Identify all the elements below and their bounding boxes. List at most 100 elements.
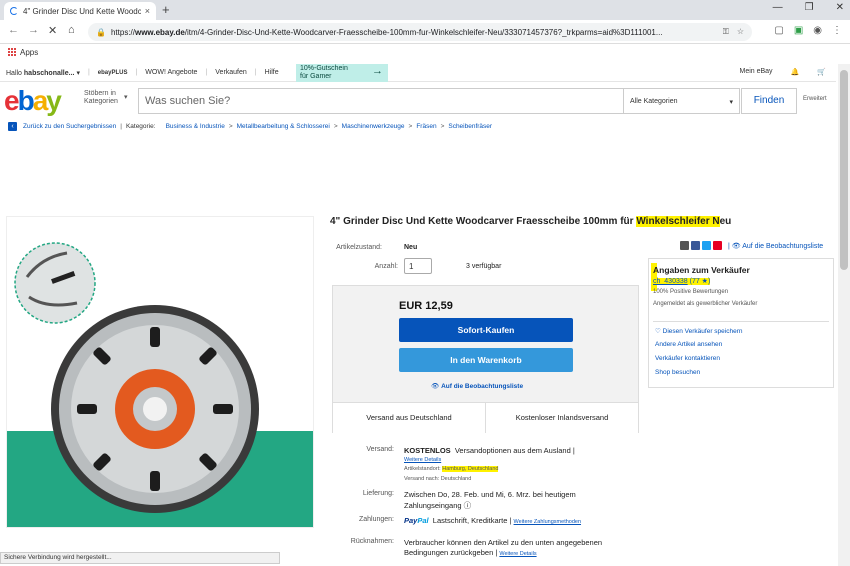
scrollbar[interactable] <box>838 64 850 566</box>
other-items-link[interactable]: Andere Artikel ansehen <box>655 341 722 348</box>
facebook-icon[interactable] <box>691 241 700 250</box>
bookmarks-bar: Apps <box>0 44 850 60</box>
address-bar[interactable]: 🔒 https://www.ebay.de/itm/4-Grinder-Disc… <box>88 23 752 41</box>
save-seller-link[interactable]: ♡ Diesen Verkäufer speichern <box>655 327 743 335</box>
breadcrumb-item[interactable]: Maschinenwerkzeuge <box>342 123 405 130</box>
key-icon[interactable]: ⚿ <box>723 27 729 37</box>
back-to-results-link[interactable]: Zurück zu den Suchergebnissen <box>23 123 116 130</box>
ebay-top-nav: Hallo habschonalle... ▾ | ebayPLUS | WOW… <box>0 64 836 82</box>
ebay-logo[interactable]: ebay <box>4 86 62 116</box>
greeting[interactable]: Hallo habschonalle... ▾ <box>6 69 80 77</box>
watchlist-top-link[interactable]: | 👁 Auf die Beobachtungsliste <box>728 242 823 250</box>
breadcrumb-item[interactable]: Business & Industrie <box>166 123 225 130</box>
window-controls: — ❐ ✕ <box>773 2 844 13</box>
nav-item-sell[interactable]: Verkaufen <box>215 69 247 76</box>
home-icon[interactable]: ⌂ <box>68 24 75 36</box>
contact-seller-link[interactable]: Verkäufer kontaktieren <box>655 355 720 362</box>
seller-info-box: Angaben zum Verkäufer ch_430338 (77 ★) 1… <box>648 258 834 388</box>
seller-name[interactable]: ch_430338 (77 ★) <box>653 277 711 285</box>
extensions-bar: ▢ ▣ ◉ ⋮ <box>774 25 842 36</box>
url-text: https://www.ebay.de/itm/4-Grinder-Disc-U… <box>110 27 663 37</box>
twitter-icon[interactable] <box>702 241 711 250</box>
add-to-watchlist-link[interactable]: 👁 Auf die Beobachtungsliste <box>431 382 523 390</box>
returns-value: Verbraucher können den Artikel zu den un… <box>404 538 603 547</box>
chevron-down-icon: ▾ <box>729 99 733 106</box>
grinder-disc-image <box>14 242 259 513</box>
payment-label: Zahlungen: <box>358 516 394 523</box>
shipping-strip: Versand aus Deutschland Kostenloser Inla… <box>333 402 638 433</box>
pinterest-icon[interactable] <box>713 241 722 250</box>
extension-icon[interactable]: ▢ <box>774 25 783 36</box>
profile-icon[interactable]: ◉ <box>813 25 822 36</box>
free-shipping: Kostenloser Inlandsversand <box>485 403 638 433</box>
ships-to: Versand nach: Deutschland <box>404 476 472 482</box>
chevron-down-icon: ▾ <box>124 94 128 101</box>
condition-label: Artikelzustand: <box>336 244 382 251</box>
info-icon[interactable]: ⓘ <box>464 501 472 510</box>
email-icon[interactable] <box>680 241 689 250</box>
product-image[interactable] <box>6 216 314 528</box>
new-tab-button[interactable]: + <box>162 3 170 17</box>
loading-spinner-icon <box>10 7 18 15</box>
category-select[interactable]: Alle Kategorien ▾ <box>624 88 740 114</box>
visit-shop-link[interactable]: Shop besuchen <box>655 369 700 376</box>
scrollbar-thumb[interactable] <box>840 70 848 270</box>
eye-icon: 👁 <box>731 242 741 250</box>
product-title: 4" Grinder Disc Und Kette Woodcarver Fra… <box>330 216 732 227</box>
chevron-down-icon: ▾ <box>76 69 80 77</box>
tab-close-icon[interactable]: × <box>145 6 150 16</box>
payment-methods: PayPal Lastschrift, Kreditkarte | Weiter… <box>404 516 582 525</box>
ebay-plus-link[interactable]: ebayPLUS <box>98 70 128 76</box>
stop-loading-icon[interactable]: ✕ <box>48 24 57 37</box>
forward-arrow-icon[interactable]: → <box>28 24 39 36</box>
breadcrumb-item[interactable]: Metallbearbeitung & Schlosserei <box>237 123 330 130</box>
ship-from: Versand aus Deutschland <box>366 413 452 422</box>
delivery-value: Zwischen Do, 28. Feb. und Mi, 6. Mrz. be… <box>404 490 576 499</box>
share-bar: | 👁 Auf die Beobachtungsliste <box>680 241 823 250</box>
breadcrumb-item[interactable]: Fräsen <box>416 123 436 130</box>
ebay-header: ebay Stöbern in Kategorien ▾ Was suchen … <box>0 84 836 118</box>
nav-item-deals[interactable]: WOW! Angebote <box>145 69 197 76</box>
category-label: Kategorie: <box>125 123 156 130</box>
back-chevron-icon[interactable]: ‹ <box>8 122 17 131</box>
browser-tab[interactable]: 4" Grinder Disc Und Kette Woodc × <box>4 2 156 20</box>
returns-details-link[interactable]: Weitere Details <box>499 551 536 557</box>
status-bar: Sichere Verbindung wird hergestellt... <box>0 552 280 564</box>
browse-categories[interactable]: Stöbern in Kategorien ▾ <box>84 90 134 106</box>
returns-value-2: Bedingungen zurückgeben | Weitere Detail… <box>404 548 537 557</box>
close-window-icon[interactable]: ✕ <box>836 2 844 13</box>
seller-commercial: Angemeldet als gewerblicher Verkäufer <box>653 301 758 307</box>
more-payment-link[interactable]: Weitere Zahlungsmethoden <box>514 519 581 525</box>
maximize-icon[interactable]: ❐ <box>805 2 814 13</box>
heart-icon: ♡ <box>655 328 661 335</box>
extension-green-icon[interactable]: ▣ <box>794 25 803 36</box>
add-to-cart-button[interactable]: In den Warenkorb <box>399 348 573 372</box>
seller-heading: Angaben zum Verkäufer <box>653 265 750 275</box>
bookmark-star-icon[interactable]: ☆ <box>737 27 744 37</box>
menu-dots-icon[interactable]: ⋮ <box>832 25 842 36</box>
bell-icon[interactable]: 🔔 <box>791 68 800 76</box>
back-arrow-icon[interactable]: ← <box>8 24 19 36</box>
advanced-search-link[interactable]: Erweitert <box>803 96 827 102</box>
breadcrumb-item[interactable]: Scheibenfräser <box>448 123 492 130</box>
bookmark-apps[interactable]: Apps <box>20 48 38 57</box>
item-location-value: Hamburg, Deutschland <box>442 466 499 472</box>
item-location: Artikelstandort: Hamburg, Deutschland <box>404 466 499 472</box>
tab-title: 4" Grinder Disc Und Kette Woodc <box>23 6 141 16</box>
top-nav-right: Mein eBay 🔔 🛒 <box>739 68 826 76</box>
find-button[interactable]: Finden <box>741 88 797 114</box>
buy-box: EUR 12,59 Sofort-Kaufen In den Warenkorb… <box>332 285 639 433</box>
nav-item-help[interactable]: Hilfe <box>265 69 279 76</box>
tab-strip: 4" Grinder Disc Und Kette Woodc × + — ❐ … <box>0 0 850 20</box>
quantity-input[interactable]: 1 <box>404 258 432 274</box>
eye-icon: 👁 <box>431 383 440 390</box>
browser-window: 4" Grinder Disc Und Kette Woodc × + — ❐ … <box>0 0 850 566</box>
buy-now-button[interactable]: Sofort-Kaufen <box>399 318 573 342</box>
cart-icon[interactable]: 🛒 <box>817 68 826 76</box>
paypal-logo: PayPal <box>404 516 429 525</box>
my-ebay-link[interactable]: Mein eBay <box>739 68 772 76</box>
search-input[interactable]: Was suchen Sie? <box>138 88 624 114</box>
promo-banner[interactable]: 10%-Gutschein für Gamer → <box>296 64 388 82</box>
minimize-icon[interactable]: — <box>773 2 783 13</box>
shipping-details-link[interactable]: Weitere Details <box>404 457 441 463</box>
